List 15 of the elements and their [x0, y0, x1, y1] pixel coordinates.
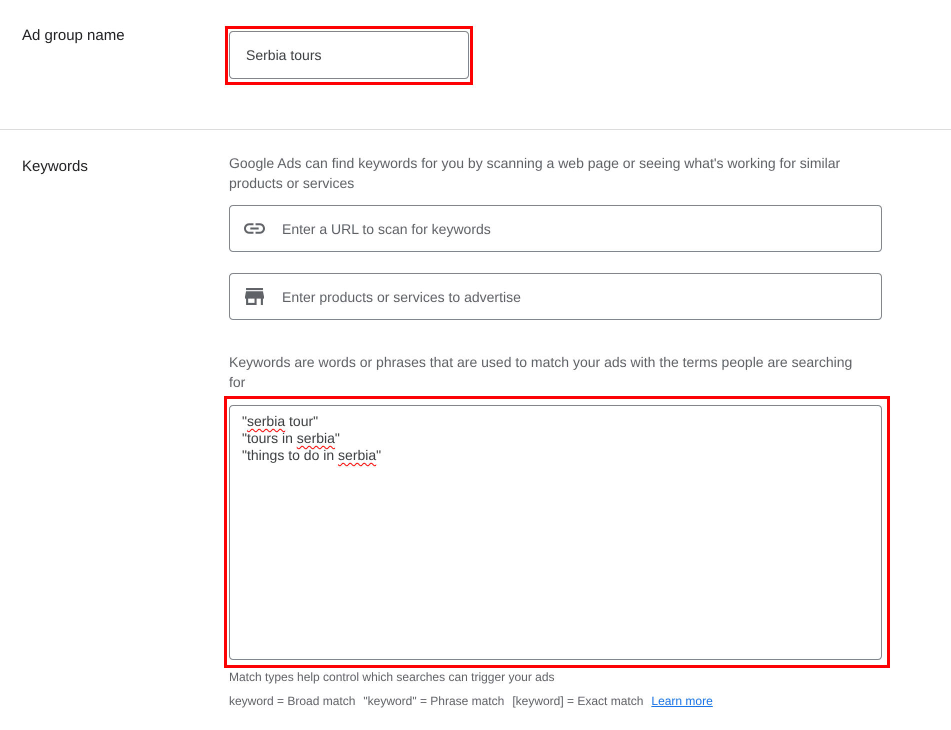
keywords-label: Keywords	[22, 158, 88, 175]
url-field[interactable]: Enter a URL to scan for keywords	[229, 205, 882, 252]
products-field[interactable]: Enter products or services to advertise	[229, 273, 882, 320]
match-type-example: keyword = Broad match	[229, 693, 356, 709]
ad-group-name-label: Ad group name	[22, 27, 125, 44]
learn-more-link[interactable]: Learn more	[651, 693, 713, 709]
ad-group-name-field[interactable]: Serbia tours	[229, 31, 469, 79]
store-icon	[245, 288, 264, 305]
match-type-example: [keyword] = Exact match	[512, 693, 644, 709]
keywords-field[interactable]: "serbia tour" "tours in serbia" "things to do in serbia"	[229, 405, 882, 660]
keywords-hint: Keywords are words or phrases that are used to match your ads with the terms people are searching for	[229, 353, 854, 392]
keywords-description: Google Ads can find keywords for you by scanning a web page or seeing what's working for similar products or services	[229, 154, 842, 193]
match-type-example: "keyword" = Phrase match	[363, 693, 504, 709]
link-icon	[244, 223, 265, 234]
match-types-note: Match types help control which searches can trigger your ads	[229, 669, 556, 685]
